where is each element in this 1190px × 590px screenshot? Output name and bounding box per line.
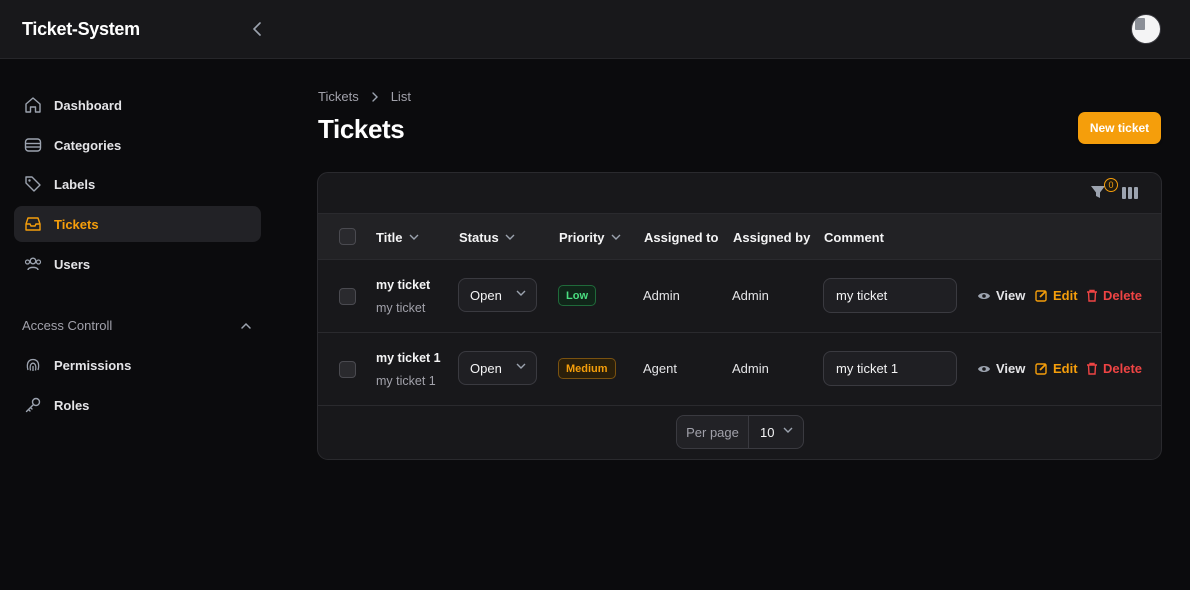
- sidebar-item-tickets[interactable]: Tickets: [14, 206, 261, 242]
- columns-icon: [1122, 187, 1138, 199]
- edit-button[interactable]: Edit: [1035, 361, 1078, 376]
- per-page-select[interactable]: 10: [749, 416, 803, 448]
- delete-button[interactable]: Delete: [1086, 288, 1142, 303]
- column-header-title[interactable]: Title: [376, 214, 419, 260]
- chevron-down-icon: [611, 234, 621, 240]
- chevron-down-icon: [516, 363, 526, 369]
- sidebar-item-label: Roles: [54, 397, 90, 413]
- avatar[interactable]: [1131, 14, 1161, 44]
- access-control-group-toggle[interactable]: Access Controll: [22, 318, 252, 333]
- assigned-to: Agent: [643, 361, 677, 376]
- key-icon: [22, 394, 44, 416]
- sidebar-item-label: Users: [54, 256, 91, 272]
- breadcrumb-current: List: [390, 89, 411, 104]
- breadcrumb: Tickets List: [318, 89, 411, 104]
- eye-icon: [977, 291, 991, 301]
- table-header: Title Status Priority Assigned to Assign…: [318, 214, 1161, 260]
- new-ticket-button[interactable]: New ticket: [1078, 112, 1161, 144]
- ticket-subtitle: my ticket 1: [376, 374, 436, 388]
- tag-icon: [22, 173, 44, 195]
- page-title: Tickets: [318, 114, 405, 144]
- table-row: my ticket my ticket Open Low Admin Admin…: [318, 260, 1161, 333]
- chevron-down-icon: [505, 234, 515, 240]
- users-icon: [22, 253, 44, 275]
- fingerprint-icon: [22, 354, 44, 376]
- sidebar-item-roles[interactable]: Roles: [14, 387, 261, 423]
- comment-input[interactable]: [823, 351, 957, 386]
- collapse-sidebar-button[interactable]: [246, 18, 268, 40]
- column-header-assigned-to: Assigned to: [644, 229, 719, 245]
- row-checkbox[interactable]: [339, 288, 356, 305]
- breadcrumb-tickets-link[interactable]: Tickets: [318, 89, 359, 104]
- view-button[interactable]: View: [977, 361, 1025, 376]
- sidebar-item-users[interactable]: Users: [14, 246, 261, 282]
- chevron-right-icon: [371, 91, 379, 103]
- status-select[interactable]: Open: [458, 351, 537, 385]
- assigned-by: Admin: [732, 361, 769, 376]
- table-row: my ticket 1 my ticket 1 Open Medium Agen…: [318, 333, 1161, 406]
- stack-icon: [22, 134, 44, 156]
- sidebar-item-label: Dashboard: [54, 97, 122, 113]
- ticket-subtitle: my ticket: [376, 301, 426, 315]
- select-all-checkbox[interactable]: [339, 228, 356, 245]
- per-page-label: Per page: [677, 416, 749, 448]
- sidebar-item-permissions[interactable]: Permissions: [14, 347, 261, 383]
- chevron-down-icon: [783, 427, 793, 433]
- column-header-assigned-by: Assigned by: [733, 229, 811, 245]
- sidebar-item-label: Categories: [54, 137, 122, 153]
- column-header-comment: Comment: [824, 229, 884, 245]
- priority-badge: Low: [558, 285, 596, 306]
- assigned-to: Admin: [643, 288, 680, 303]
- column-header-priority[interactable]: Priority: [559, 214, 621, 260]
- comment-input[interactable]: [823, 278, 957, 313]
- eye-icon: [977, 364, 991, 374]
- edit-icon: [1035, 362, 1048, 375]
- pagination: Per page 10: [676, 415, 804, 449]
- trash-icon: [1086, 362, 1098, 375]
- sidebar-item-label: Labels: [54, 176, 96, 192]
- sidebar-item-labels[interactable]: Labels: [14, 166, 261, 202]
- filter-count-badge: 0: [1104, 178, 1118, 192]
- priority-badge: Medium: [558, 358, 616, 379]
- trash-icon: [1086, 289, 1098, 302]
- status-select[interactable]: Open: [458, 278, 537, 312]
- top-bar: Ticket-System: [0, 0, 1190, 59]
- toggle-columns-button[interactable]: [1121, 185, 1139, 203]
- chevron-left-icon: [253, 22, 261, 36]
- column-header-status[interactable]: Status: [459, 214, 515, 260]
- sidebar: Dashboard Categories Labels Tickets User…: [0, 59, 280, 590]
- chevron-down-icon: [409, 234, 419, 240]
- delete-button[interactable]: Delete: [1086, 361, 1142, 376]
- app-title[interactable]: Ticket-System: [22, 19, 140, 40]
- sidebar-item-dashboard[interactable]: Dashboard: [14, 87, 261, 123]
- sidebar-item-label: Permissions: [54, 357, 132, 373]
- edit-button[interactable]: Edit: [1035, 288, 1078, 303]
- chevron-up-icon: [241, 322, 251, 329]
- chevron-down-icon: [516, 290, 526, 296]
- sidebar-item-label: Tickets: [54, 216, 99, 232]
- table-toolbar: 0: [318, 173, 1161, 214]
- ticket-title: my ticket 1: [376, 351, 441, 365]
- home-icon: [22, 94, 44, 116]
- sidebar-item-categories[interactable]: Categories: [14, 127, 261, 163]
- group-heading-label: Access Controll: [22, 318, 113, 333]
- assigned-by: Admin: [732, 288, 769, 303]
- ticket-title: my ticket: [376, 278, 431, 292]
- tickets-table-card: 0 Title Status Priority Assigned to Assi…: [317, 172, 1162, 460]
- inbox-icon: [22, 213, 44, 235]
- view-button[interactable]: View: [977, 288, 1025, 303]
- edit-icon: [1035, 289, 1048, 302]
- row-checkbox[interactable]: [339, 361, 356, 378]
